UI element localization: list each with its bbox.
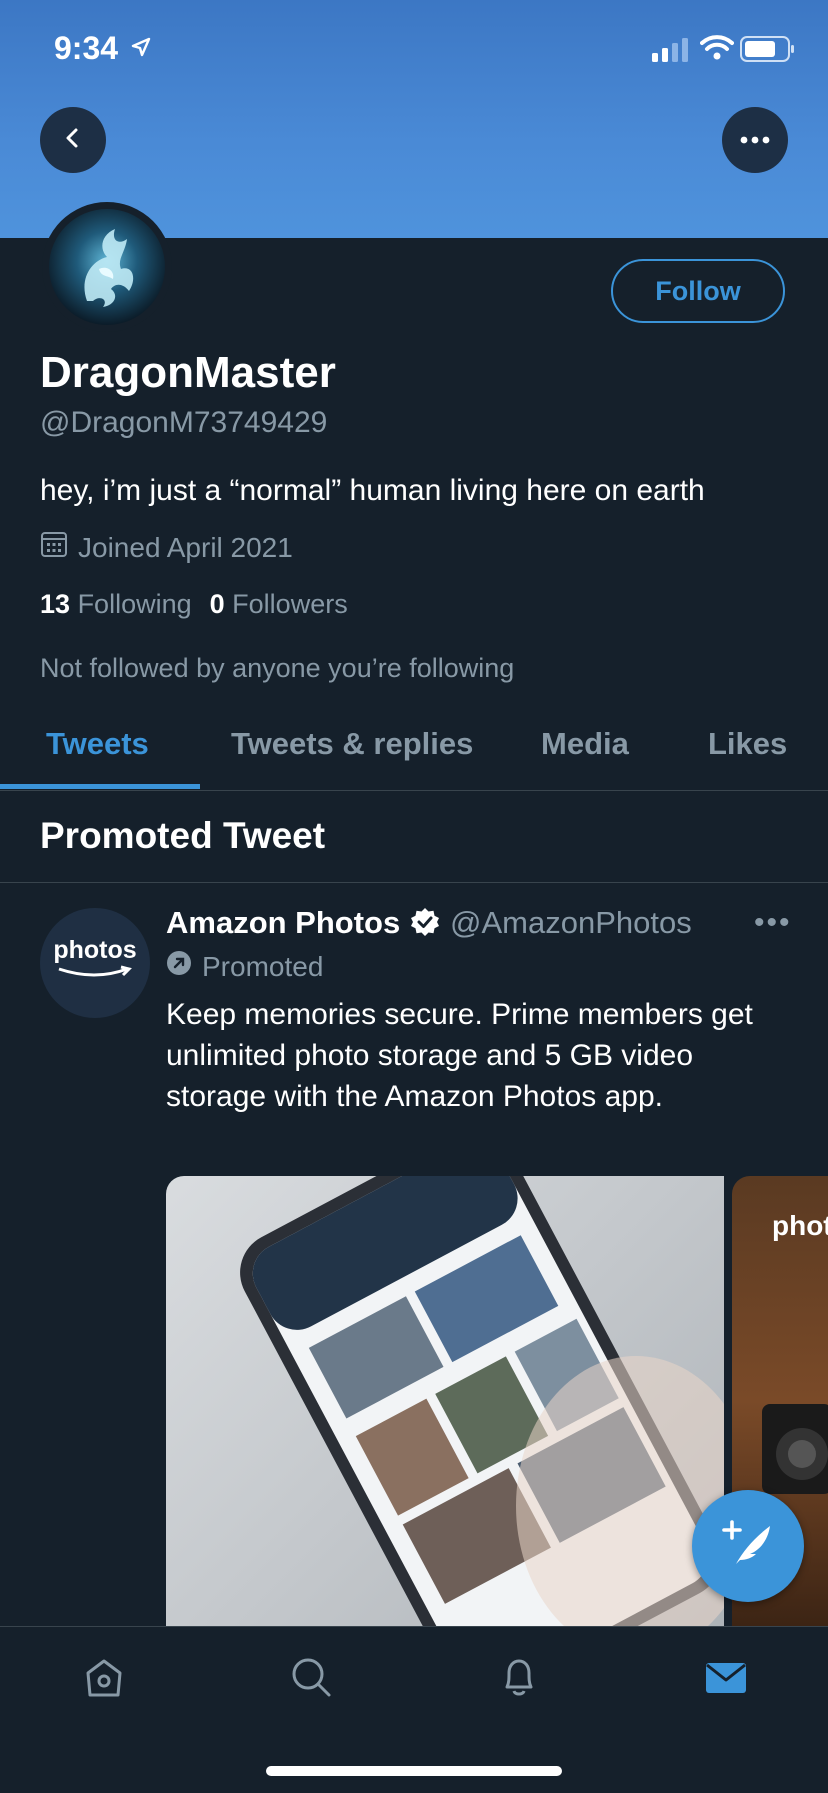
following-count: 13 <box>40 589 71 619</box>
promoted-text: Promoted <box>202 950 324 982</box>
back-button[interactable] <box>40 107 106 173</box>
compose-tweet-button[interactable] <box>692 1490 804 1602</box>
not-followed-notice: Not followed by anyone you’re following <box>40 653 515 683</box>
profile-avatar[interactable] <box>42 202 172 332</box>
active-tab-indicator <box>0 784 200 789</box>
joined-date: Joined April 2021 <box>40 530 293 565</box>
profile-tabs: Tweets Tweets & replies Media Likes <box>0 710 828 791</box>
joined-text: Joined April 2021 <box>78 531 293 563</box>
battery-icon <box>740 36 796 67</box>
tab-media[interactable]: Media <box>541 726 629 762</box>
tweet-author-avatar[interactable]: photos <box>40 908 150 1018</box>
follow-counts: 13 Following 0 Followers <box>40 589 348 620</box>
tweet-media-image-1[interactable] <box>166 1176 724 1626</box>
promoted-arrow-icon <box>166 950 192 983</box>
tab-likes[interactable]: Likes <box>708 726 787 762</box>
home-icon[interactable] <box>82 1655 126 1704</box>
more-options-button[interactable] <box>722 107 788 173</box>
wifi-icon <box>700 34 734 65</box>
tweet-text: Keep memories secure. Prime members get … <box>166 998 753 1113</box>
cellular-signal-icon <box>652 38 690 67</box>
followers-label: Followers <box>232 589 348 619</box>
tab-tweets-replies[interactable]: Tweets & replies <box>231 726 473 762</box>
dragon-avatar-image <box>49 209 165 325</box>
follow-button[interactable]: Follow <box>611 259 785 323</box>
promoted-tweet-header: Promoted Tweet <box>0 791 828 883</box>
home-indicator[interactable] <box>266 1766 562 1776</box>
status-bar: 9:34 <box>0 0 828 100</box>
promoted-label: Promoted <box>166 950 323 983</box>
search-icon[interactable] <box>289 1655 333 1704</box>
notifications-icon[interactable] <box>497 1655 541 1704</box>
tweet-more-button[interactable]: ••• <box>754 906 792 940</box>
avatar-logo-text: photos <box>53 936 137 964</box>
smile-arrow-icon <box>55 965 135 986</box>
followers-count: 0 <box>209 589 225 619</box>
tweet-author-name[interactable]: Amazon Photos <box>166 905 400 941</box>
more-horizontal-icon <box>740 131 770 149</box>
followers-link[interactable]: 0 Followers <box>210 589 348 619</box>
location-arrow-icon <box>130 36 152 63</box>
calendar-icon <box>40 530 68 565</box>
promoted-tweet-title: Promoted Tweet <box>40 815 326 856</box>
messages-icon[interactable] <box>704 1655 748 1704</box>
tweet-author-handle[interactable]: @AmazonPhotos <box>450 905 692 941</box>
tab-tweets[interactable]: Tweets <box>46 726 149 762</box>
media-logo-text: photos <box>772 1210 828 1241</box>
chevron-left-icon <box>61 126 85 155</box>
profile-handle: @DragonM73749429 <box>40 406 328 439</box>
following-link[interactable]: 13 Following <box>40 589 192 619</box>
compose-tweet-icon <box>720 1516 776 1577</box>
status-time: 9:34 <box>54 30 119 66</box>
following-label: Following <box>77 589 192 619</box>
verified-badge-icon <box>410 907 440 942</box>
profile-name: DragonMaster <box>40 348 336 397</box>
profile-bio: hey, i’m just a “normal” human living he… <box>40 474 705 507</box>
